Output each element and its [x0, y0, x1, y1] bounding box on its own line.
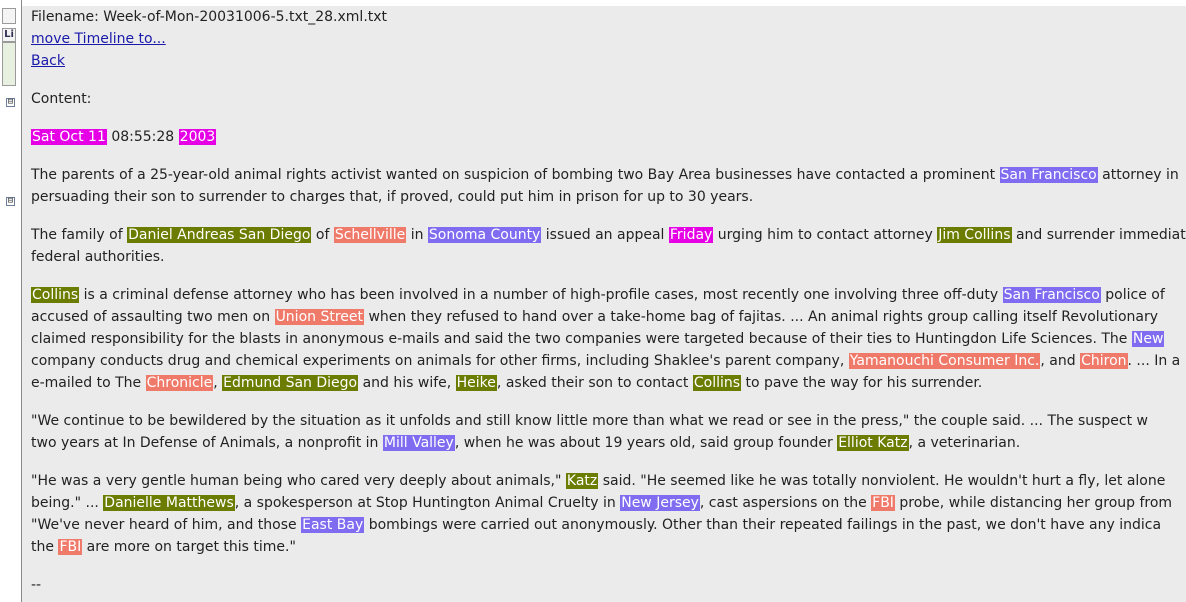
dateline: Sat Oct 11 08:55:28 2003: [31, 126, 1186, 148]
paragraph-line: e-mailed to The Chronicle, Edmund San Di…: [31, 372, 1186, 394]
person-entity-highlight: Katz: [565, 473, 599, 489]
text-run: probe, while distancing her group from: [894, 495, 1173, 511]
text-run: of: [311, 227, 334, 243]
place-entity-highlight: Mill Valley: [382, 435, 455, 451]
document-content-pane: Filename: Week-of-Mon-20031006-5.txt_28.…: [22, 6, 1186, 602]
text-run: to pave the way for his surrender.: [741, 375, 983, 391]
text-run: claimed responsibility for the blasts in…: [31, 331, 1132, 347]
person-entity-highlight: Daniel Andreas San Diego: [127, 227, 312, 243]
text-run: , and: [1040, 353, 1081, 369]
date-entity-highlight: 2003: [178, 129, 217, 145]
article-paragraph: The family of Daniel Andreas San Diego o…: [31, 224, 1186, 268]
footer-separator: --: [31, 577, 42, 593]
text-run: 08:55:28: [106, 129, 179, 145]
place-entity-highlight: East Bay: [301, 517, 365, 533]
move-timeline-link[interactable]: move Timeline to...: [31, 31, 166, 47]
text-run: federal authorities.: [31, 249, 165, 265]
text-run: bombings were carried out anonymously. O…: [364, 517, 1162, 533]
filename-label: Filename: Week-of-Mon-20031006-5.txt_28.…: [31, 9, 388, 25]
article-paragraph: "He was a very gentle human being who ca…: [31, 470, 1186, 558]
text-run: police of: [1100, 287, 1165, 303]
paragraph-line: persuading their son to surrender to cha…: [31, 186, 1186, 208]
text-run: and his wife,: [358, 375, 456, 391]
back-link[interactable]: Back: [31, 53, 65, 69]
place-entity-highlight: New Jersey: [620, 495, 700, 511]
article-paragraphs: The parents of a 25-year-old animal righ…: [31, 148, 1186, 558]
panel-tab[interactable]: [2, 42, 16, 86]
text-run: "He was a very gentle human being who ca…: [31, 473, 566, 489]
person-entity-highlight: Heike: [455, 375, 497, 391]
text-run: , a veterinarian.: [908, 435, 1021, 451]
place-entity-highlight: San Francisco: [999, 167, 1098, 183]
document-body: Filename: Week-of-Mon-20031006-5.txt_28.…: [31, 6, 1186, 596]
text-run: issued an appeal: [541, 227, 669, 243]
text-run: The parents of a 25-year-old animal righ…: [31, 167, 1000, 183]
place-entity-highlight: New: [1131, 331, 1165, 347]
paragraph-line: two years at In Defense of Animals, a no…: [31, 432, 1186, 454]
tree-collapse-icon[interactable]: ⊟: [6, 197, 15, 206]
text-run: e-mailed to The: [31, 375, 146, 391]
paragraph-line: "We've never heard of him, and those Eas…: [31, 514, 1186, 536]
org-entity-highlight: FBI: [58, 539, 83, 555]
org-entity-highlight: Schellville: [333, 227, 407, 243]
text-run: when they refused to hand over a take-ho…: [364, 309, 1159, 325]
text-run: , cast aspersions on the: [699, 495, 872, 511]
text-run: being." ...: [31, 495, 104, 511]
tree-collapse-icon[interactable]: ⊟: [6, 98, 15, 107]
org-entity-highlight: Chiron: [1080, 353, 1128, 369]
content-label: Content:: [31, 91, 92, 107]
paragraph-line: Collins is a criminal defense attorney w…: [31, 284, 1186, 306]
text-run: ,: [213, 375, 223, 391]
left-panel-strip: Li ⊟ ⊟: [0, 0, 22, 602]
person-entity-highlight: Elliot Katz: [837, 435, 909, 451]
paragraph-line: "He was a very gentle human being who ca…: [31, 470, 1186, 492]
text-run: said. "He seemed like he was totally non…: [598, 473, 1166, 489]
person-entity-highlight: Collins: [692, 375, 742, 391]
place-entity-highlight: Sonoma County: [427, 227, 542, 243]
date-entity-highlight: Sat Oct 11: [31, 129, 107, 145]
text-run: The family of: [31, 227, 128, 243]
paragraph-line: "We continue to be bewildered by the sit…: [31, 410, 1186, 432]
text-run: two years at In Defense of Animals, a no…: [31, 435, 383, 451]
person-entity-highlight: Jim Collins: [937, 227, 1012, 243]
paragraph-line: claimed responsibility for the blasts in…: [31, 328, 1186, 350]
place-entity-highlight: San Francisco: [1002, 287, 1101, 303]
paragraph-line: accused of assaulting two men on Union S…: [31, 306, 1186, 328]
text-run: is a criminal defense attorney who has b…: [79, 287, 1003, 303]
text-run: , when he was about 19 years old, said g…: [454, 435, 838, 451]
text-run: in: [406, 227, 428, 243]
person-entity-highlight: Collins: [31, 287, 80, 303]
org-entity-highlight: Union Street: [274, 309, 365, 325]
text-run: . ... In a: [1127, 353, 1181, 369]
text-run: , asked their son to contact: [496, 375, 693, 391]
article-paragraph: The parents of a 25-year-old animal righ…: [31, 164, 1186, 208]
paragraph-line: The family of Daniel Andreas San Diego o…: [31, 224, 1186, 246]
article-paragraph: Collins is a criminal defense attorney w…: [31, 284, 1186, 394]
text-run: "We continue to be bewildered by the sit…: [31, 413, 1148, 429]
date-entity-highlight: Friday: [668, 227, 714, 243]
paragraph-line: federal authorities.: [31, 246, 1186, 268]
text-run: and surrender immediately: [1015, 227, 1186, 243]
text-run: attorney in: [1097, 167, 1179, 183]
panel-tab[interactable]: [2, 8, 16, 24]
text-run: are more on target this time.": [82, 539, 296, 555]
text-run: the: [31, 539, 59, 555]
text-run: persuading their son to surrender to cha…: [31, 189, 754, 205]
person-entity-highlight: Edmund San Diego: [222, 375, 359, 391]
org-entity-highlight: Yamanouchi Consumer Inc.: [848, 353, 1041, 369]
org-entity-highlight: Chronicle: [145, 375, 214, 391]
article-paragraph: "We continue to be bewildered by the sit…: [31, 410, 1186, 454]
text-run: company conducts drug and chemical exper…: [31, 353, 849, 369]
org-entity-highlight: FBI: [871, 495, 895, 511]
text-run: "We've never heard of him, and those: [31, 517, 302, 533]
text-run: accused of assaulting two men on: [31, 309, 275, 325]
person-entity-highlight: Danielle Matthews: [103, 495, 235, 511]
panel-tab-label[interactable]: Li: [2, 28, 16, 42]
text-run: urging him to contact attorney: [713, 227, 938, 243]
paragraph-line: company conducts drug and chemical exper…: [31, 350, 1186, 372]
paragraph-line: The parents of a 25-year-old animal righ…: [31, 164, 1186, 186]
paragraph-line: the FBI are more on target this time.": [31, 536, 1186, 558]
text-run: , a spokesperson at Stop Huntington Anim…: [234, 495, 621, 511]
paragraph-line: being." ... Danielle Matthews, a spokesp…: [31, 492, 1186, 514]
